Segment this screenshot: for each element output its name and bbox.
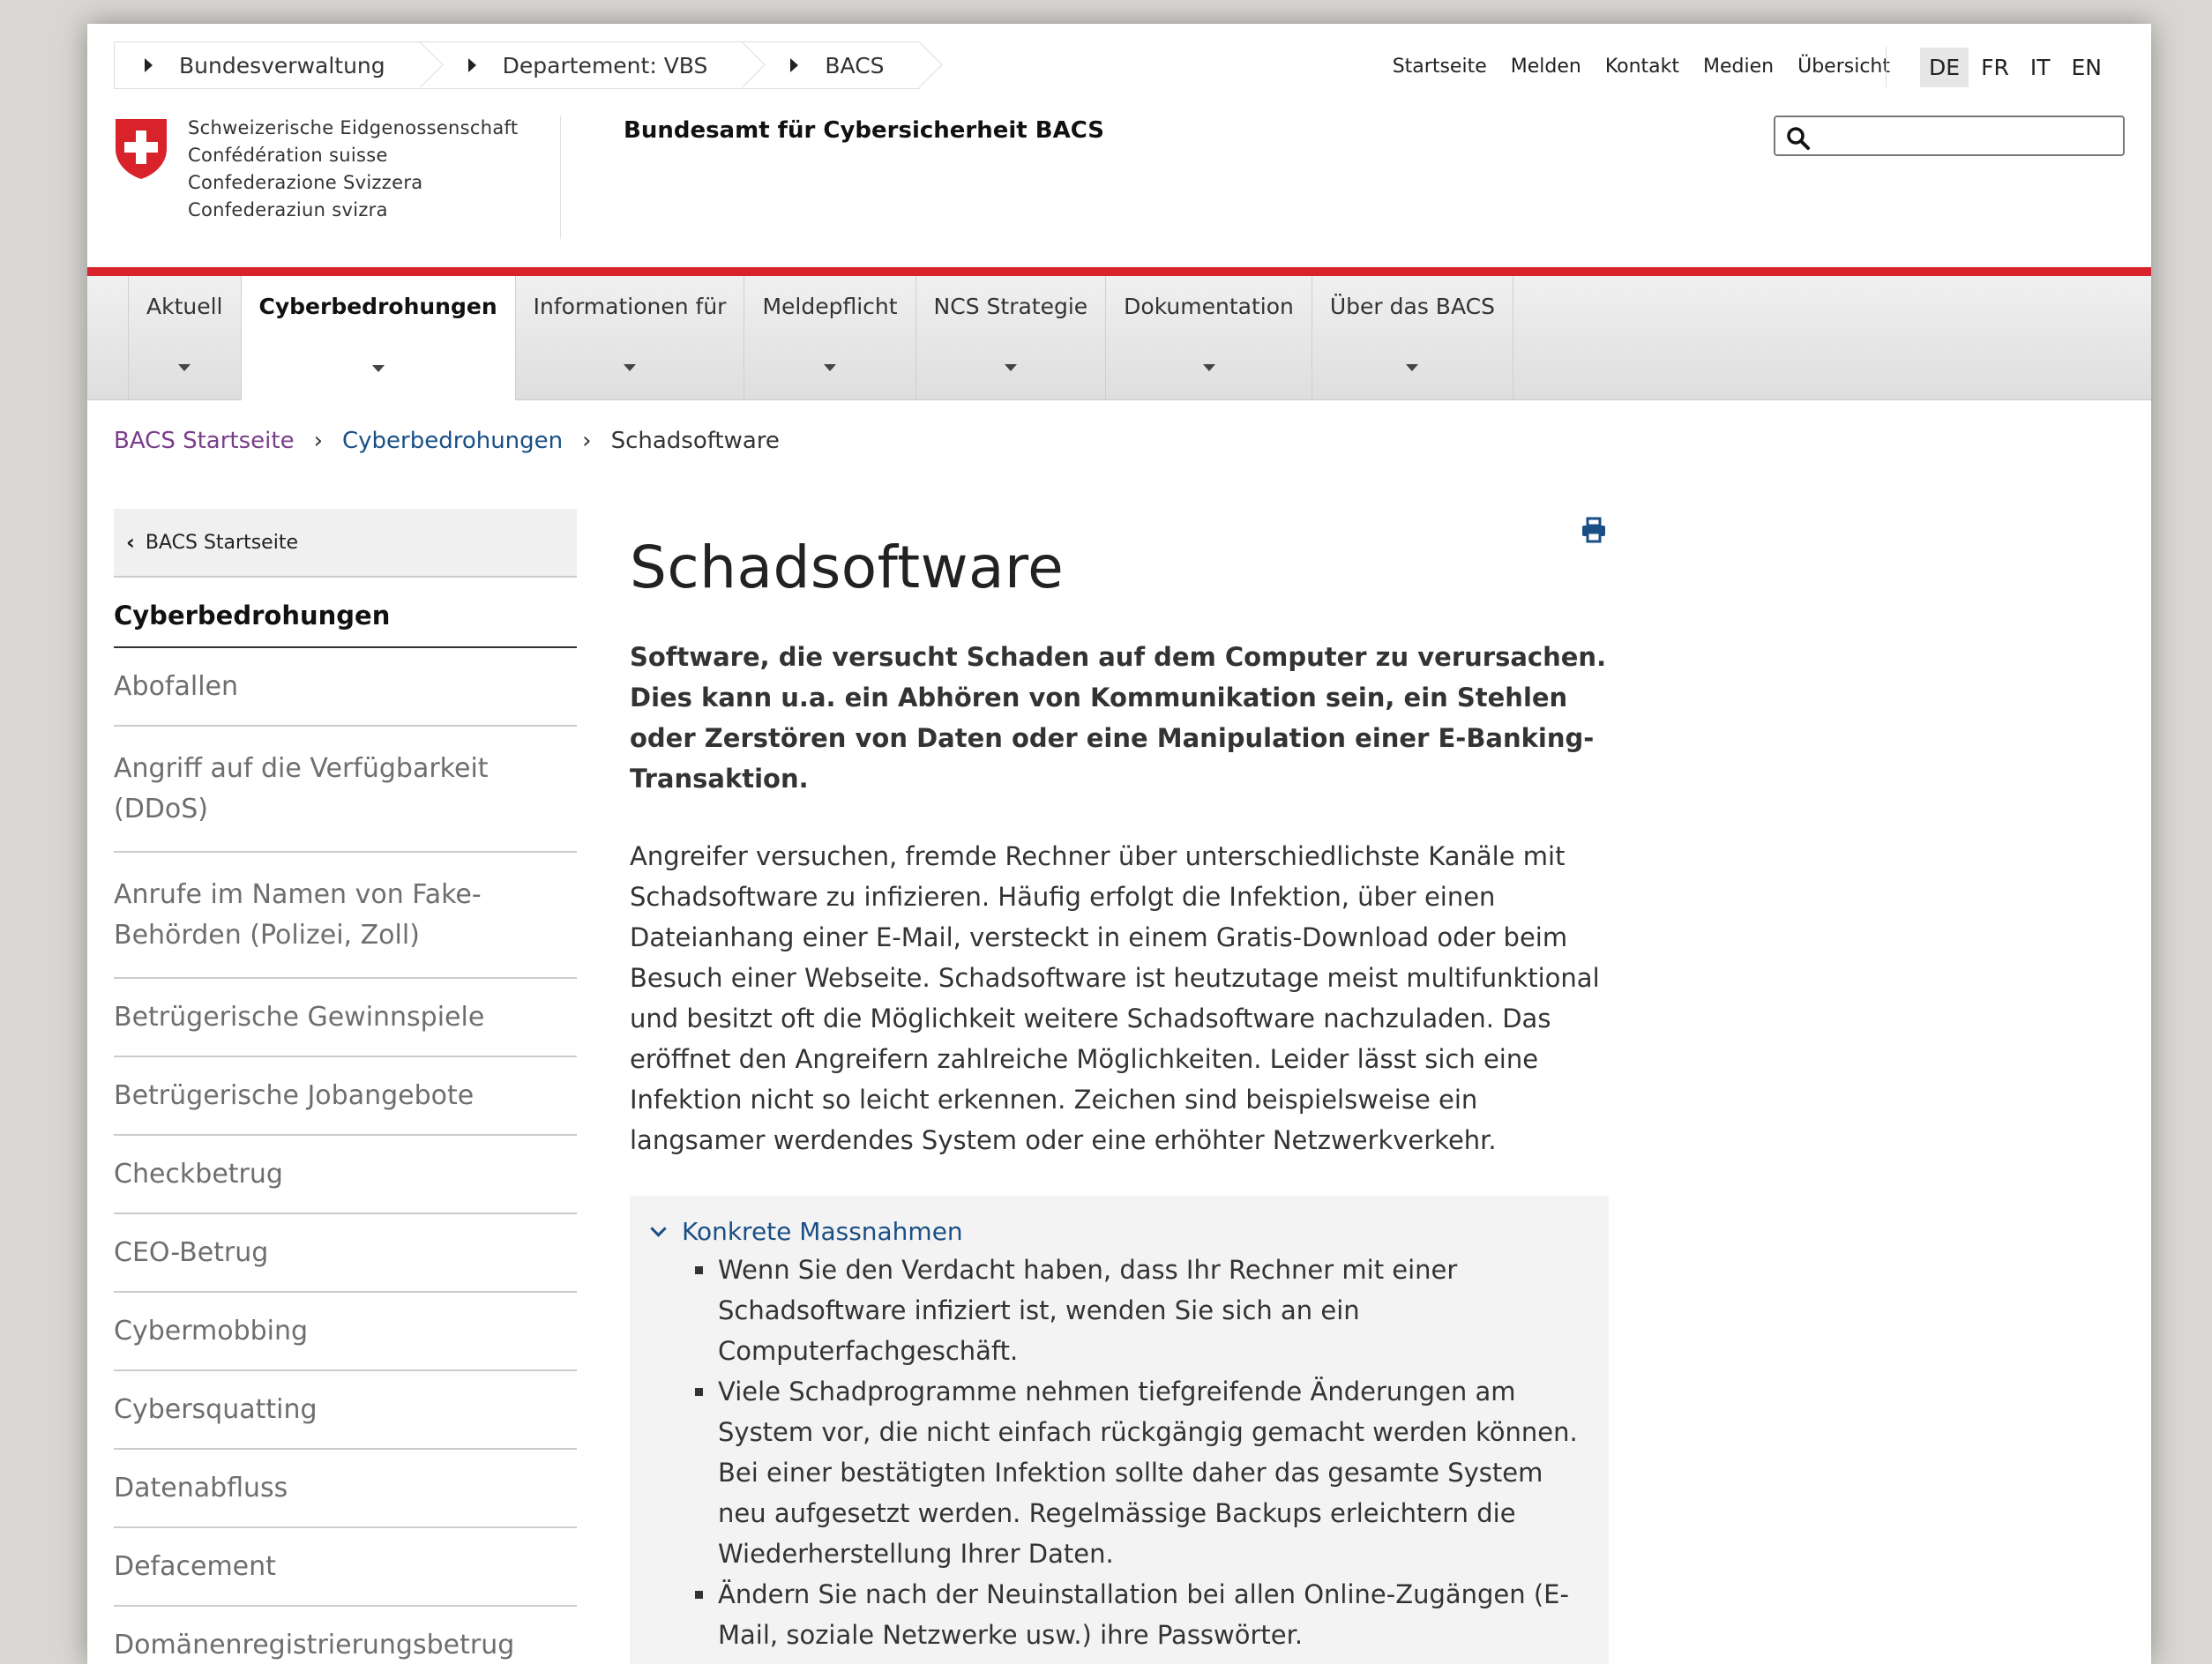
language-switcher: DE FR IT EN (1886, 47, 2111, 87)
triangle-right-icon (145, 58, 153, 72)
federal-breadcrumb: Bundesverwaltung Departement: VBS BACS (114, 41, 920, 89)
sidebar-item-checkbetrug[interactable]: Checkbetrug (114, 1136, 577, 1214)
logo-line: Confederazione Svizzera (188, 172, 423, 193)
article-lead: Software, die versucht Schaden auf dem C… (630, 642, 1607, 794)
logo-line: Schweizerische Eidgenossenschaft (188, 117, 519, 138)
nav-cyberbedrohungen[interactable]: Cyberbedrohungen (240, 276, 515, 400)
nav-label: Über das BACS (1329, 294, 1495, 319)
accordion-konkrete-massnahmen: Konkrete Massnahmen Wenn Sie den Verdach… (630, 1196, 1609, 1664)
sidebar: ‹ BACS Startseite Cyberbedrohungen Abofal… (114, 509, 577, 1664)
caret-down-icon (1406, 364, 1419, 371)
caret-down-icon (371, 365, 385, 372)
search-icon (1787, 127, 1810, 150)
caret-down-icon (823, 364, 836, 371)
caret-down-icon (1004, 364, 1017, 371)
link-melden[interactable]: Melden (1511, 56, 1581, 78)
nav-dokumentation[interactable]: Dokumentation (1105, 276, 1312, 399)
caret-down-icon (178, 364, 191, 371)
triangle-right-icon (790, 58, 799, 72)
crumb-label: Bundesverwaltung (179, 52, 385, 78)
article: Schadsoftware Software, die versucht Sch… (630, 509, 1609, 1664)
federal-crumb-vbs[interactable]: Departement: VBS (420, 41, 744, 89)
lang-it[interactable]: IT (2021, 48, 2059, 87)
browser-page: Bundesverwaltung Departement: VBS BACS S… (87, 24, 2151, 1664)
accordion-toggle[interactable]: Konkrete Massnahmen (647, 1217, 1591, 1246)
sidebar-item-ddos[interactable]: Angriff auf die Verfügbarkeit (DDoS) (114, 727, 577, 853)
caret-down-icon (624, 364, 637, 371)
page-title: Schadsoftware (630, 534, 1065, 601)
nav-informationen-fuer[interactable]: Informationen für (514, 276, 744, 399)
link-startseite[interactable]: Startseite (1393, 56, 1487, 78)
chevron-right-icon: › (582, 428, 592, 454)
list-item: Wenn Sie den Verdacht haben, dass Ihr Re… (695, 1250, 1591, 1371)
nav-ueber-das-bacs[interactable]: Über das BACS (1311, 276, 1513, 399)
federal-crumb-bacs[interactable]: BACS (743, 41, 920, 89)
federal-crumb-bundesverwaltung[interactable]: Bundesverwaltung (114, 41, 421, 89)
main-navigation: Aktuell Cyberbedrohungen Informationen f… (87, 276, 2151, 400)
header-red-bar (87, 267, 2151, 276)
breadcrumb-current: Schadsoftware (610, 428, 780, 454)
lang-en[interactable]: EN (2063, 48, 2111, 87)
sidebar-item-jobangebote[interactable]: Betrügerische Jobangebote (114, 1057, 577, 1136)
breadcrumb-home[interactable]: BACS Startseite (114, 428, 295, 454)
lang-fr[interactable]: FR (1972, 48, 2018, 87)
nav-aktuell[interactable]: Aktuell (128, 276, 241, 399)
accordion-title: Konkrete Massnahmen (682, 1217, 963, 1246)
nav-label: Informationen für (533, 294, 727, 319)
nav-label: Cyberbedrohungen (258, 294, 497, 319)
sidebar-item-ceo-betrug[interactable]: CEO-Betrug (114, 1214, 577, 1293)
sidebar-back-link[interactable]: ‹ BACS Startseite (114, 509, 577, 578)
swiss-shield-icon (116, 119, 167, 179)
service-links: Startseite Melden Kontakt Medien Übersic… (1393, 56, 1890, 78)
breadcrumb-parent[interactable]: Cyberbedrohungen (342, 428, 563, 454)
article-body: Angreifer versuchen, fremde Rechner über… (630, 841, 1600, 1155)
sidebar-item-cybersquatting[interactable]: Cybersquatting (114, 1371, 577, 1450)
sidebar-item-datenabfluss[interactable]: Datenabfluss (114, 1450, 577, 1528)
sidebar-item-defacement[interactable]: Defacement (114, 1528, 577, 1607)
breadcrumb: BACS Startseite › Cyberbedrohungen › Sch… (114, 428, 780, 454)
sidebar-item-cybermobbing[interactable]: Cybermobbing (114, 1293, 577, 1371)
sidebar-item-gewinnspiele[interactable]: Betrügerische Gewinnspiele (114, 979, 577, 1057)
chevron-right-icon: › (313, 428, 323, 454)
sidebar-item-domaenenregistrierungsbetrug[interactable]: Domänenregistrierungsbetrug (114, 1607, 577, 1664)
nav-label: NCS Strategie (933, 294, 1088, 319)
triangle-right-icon (467, 58, 476, 72)
lang-de[interactable]: DE (1920, 47, 1969, 87)
sidebar-item-abofallen[interactable]: Abofallen (114, 648, 577, 727)
list-item: Ändern Sie nach der Neuinstallation bei … (695, 1574, 1591, 1655)
nav-label: Dokumentation (1124, 294, 1294, 319)
office-name[interactable]: Bundesamt für Cybersicherheit BACS (624, 117, 1104, 144)
logo-line: Confederaziun svizra (188, 199, 388, 220)
confederation-wordmark: Schweizerische Eidgenossenschaft Confédé… (188, 115, 518, 224)
sidebar-back-label: BACS Startseite (145, 531, 298, 554)
logo-line: Confédération suisse (188, 145, 388, 166)
measures-list: Wenn Sie den Verdacht haben, dass Ihr Re… (647, 1250, 1591, 1655)
header-divider (560, 116, 561, 239)
nav-label: Meldepflicht (762, 294, 898, 319)
link-uebersicht[interactable]: Übersicht (1797, 56, 1890, 78)
search-input[interactable] (1774, 116, 2125, 156)
crumb-label: Departement: VBS (502, 52, 708, 78)
nav-ncs-strategie[interactable]: NCS Strategie (915, 276, 1106, 399)
crumb-label: BACS (825, 52, 885, 78)
chevron-down-icon (650, 1220, 667, 1237)
sidebar-item-fake-behoerden[interactable]: Anrufe im Namen von Fake-Behörden (Poliz… (114, 853, 577, 979)
sidebar-title[interactable]: Cyberbedrohungen (114, 578, 577, 648)
nav-meldepflicht[interactable]: Meldepflicht (744, 276, 915, 399)
link-kontakt[interactable]: Kontakt (1605, 56, 1679, 78)
link-medien[interactable]: Medien (1703, 56, 1774, 78)
nav-label: Aktuell (146, 294, 223, 319)
chevron-left-icon: ‹ (126, 530, 135, 555)
list-item: Viele Schadprogramme nehmen tiefgreifend… (695, 1371, 1591, 1574)
caret-down-icon (1202, 364, 1215, 371)
